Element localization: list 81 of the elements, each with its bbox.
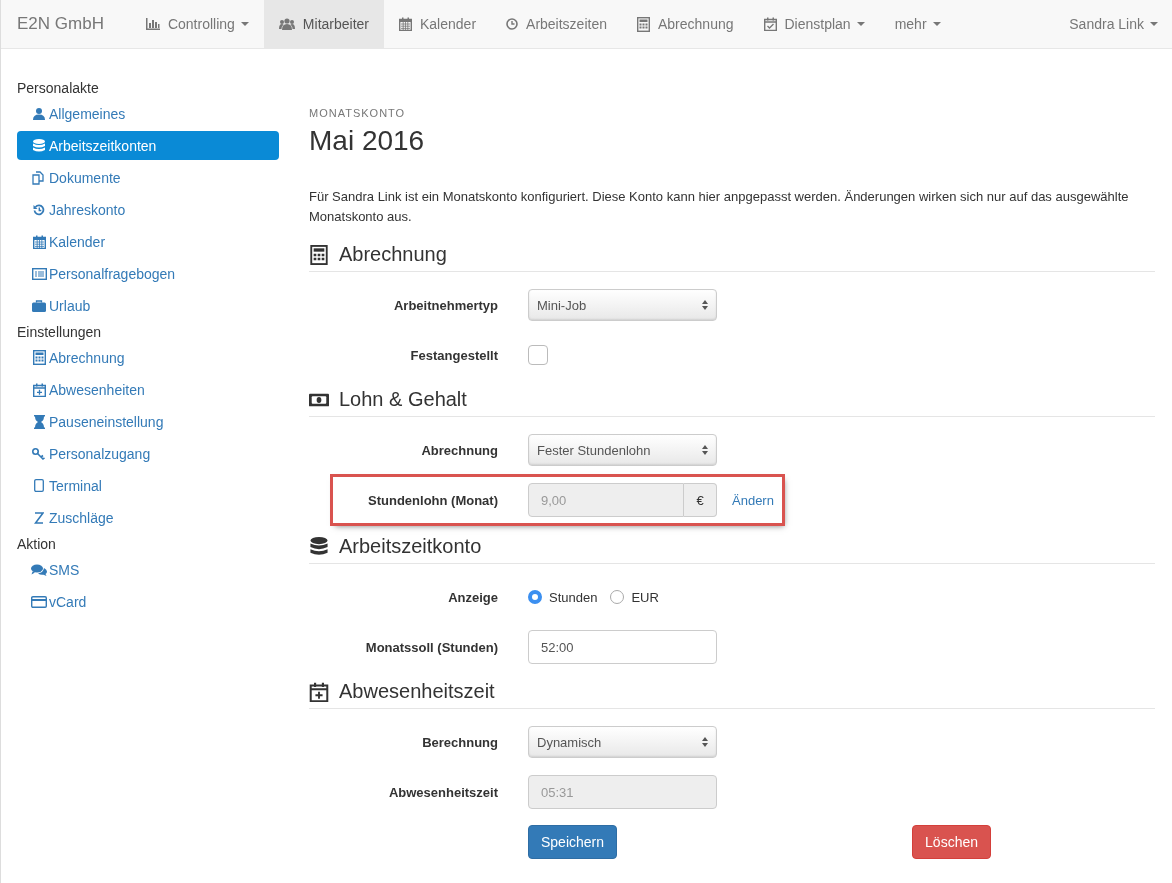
hourglass-icon: [33, 414, 45, 429]
intro-text: Für Sandra Link ist ein Monatskonto konfiguriert. Diese Konto kann hier anpgepasst werden. Änderungen wirken sich nur auf das ausgewählte Monatskonto aus.: [309, 188, 1130, 226]
radio-option[interactable]: Stunden: [528, 589, 598, 605]
suitcase-icon: [32, 299, 46, 312]
radio-button[interactable]: [528, 590, 542, 604]
section-title: Abrechnung: [339, 243, 447, 266]
section-title: Abwesenheitszeit: [339, 680, 495, 703]
chat-icon: [31, 563, 47, 576]
calculator-icon: [32, 350, 46, 365]
radio-button[interactable]: [610, 590, 625, 604]
sidebar-item[interactable]: Kalender: [17, 227, 279, 256]
section-title: Arbeitszeitkonto: [339, 535, 482, 558]
copy-icon: [32, 170, 46, 185]
nav-item[interactable]: Controlling: [130, 0, 264, 48]
field-label: Berechnung: [421, 734, 498, 750]
calculator-icon: [637, 16, 650, 32]
user-menu[interactable]: Sandra Link: [1054, 0, 1172, 48]
tablet-icon: [34, 479, 44, 492]
sidebar-item[interactable]: Pauseneinstellung: [17, 407, 279, 436]
sidebar-item[interactable]: Jahreskonto: [17, 195, 279, 224]
key-icon: [32, 447, 46, 460]
z-icon: [34, 511, 44, 524]
calendar-icon: [32, 234, 46, 249]
list-icon: [31, 267, 47, 280]
field-label: Festangestellt: [409, 347, 498, 363]
radio-option[interactable]: EUR: [610, 589, 659, 605]
credit-card-icon: [31, 595, 47, 608]
nav-item[interactable]: Kalender: [384, 0, 492, 48]
brand-name[interactable]: E2N GmbH: [1, 14, 119, 34]
field-label: Stundenlohn (Monat): [367, 492, 498, 508]
nav-item[interactable]: mehr: [879, 0, 956, 48]
input-field[interactable]: 52:00: [528, 630, 717, 664]
sort-arrows-icon: [702, 300, 708, 310]
clock-icon: [506, 18, 519, 30]
sort-arrows-icon: [702, 445, 708, 455]
calendar-icon: [399, 17, 412, 31]
bar-chart-icon: [145, 18, 160, 30]
nav-item[interactable]: Mitarbeiter: [263, 0, 384, 48]
sidebar-heading: Einstellungen: [17, 323, 103, 342]
nav-item[interactable]: Arbeitszeiten: [491, 0, 622, 48]
sidebar-heading: Aktion: [17, 535, 57, 554]
users-icon: [278, 18, 295, 30]
field-label: Abrechnung: [420, 442, 498, 458]
calendar-plus-icon: [309, 681, 329, 702]
sidebar-item[interactable]: Allgemeines: [17, 99, 279, 128]
checkbox[interactable]: [528, 345, 548, 365]
history-icon: [33, 203, 45, 216]
nav-item[interactable]: Abrechnung: [622, 0, 749, 48]
database-icon: [33, 138, 45, 153]
nav-item[interactable]: Dienstplan: [748, 0, 880, 48]
page-overline: MONATSKONTO: [309, 107, 406, 119]
sidebar-item[interactable]: Abrechnung: [17, 343, 279, 372]
sidebar-heading: Personalakte: [17, 79, 100, 98]
sidebar-item[interactable]: SMS: [17, 555, 279, 584]
sort-arrows-icon: [702, 737, 708, 747]
select-field[interactable]: Fester Stundenlohn: [528, 434, 717, 466]
select-field[interactable]: Dynamisch: [528, 726, 717, 758]
sidebar-item[interactable]: Personalfragebogen: [17, 259, 279, 288]
sidebar-item[interactable]: vCard: [17, 587, 279, 616]
field-label: Monatssoll (Stunden): [364, 639, 498, 655]
calculator-icon: [309, 244, 329, 265]
sidebar-item[interactable]: Terminal: [17, 471, 279, 500]
calendar-plus-icon: [32, 382, 46, 397]
delete-button[interactable]: Löschen: [912, 825, 991, 859]
select-field[interactable]: Mini-Job: [528, 289, 717, 321]
sidebar-item[interactable]: Zuschläge: [17, 503, 279, 532]
section-title: Lohn & Gehalt: [339, 388, 467, 411]
calendar-check-icon: [763, 17, 777, 31]
sidebar-item[interactable]: Dokumente: [17, 163, 279, 192]
save-button[interactable]: Speichern: [528, 825, 618, 859]
currency-addon: €: [684, 483, 717, 517]
user-icon: [33, 107, 45, 120]
sidebar-item[interactable]: Arbeitszeitkonten: [17, 131, 279, 160]
sidebar-item[interactable]: Urlaub: [17, 291, 279, 320]
field-label: Abwesenheitszeit: [387, 784, 498, 800]
sidebar-item[interactable]: Abwesenheiten: [17, 375, 279, 404]
database-icon: [309, 536, 329, 557]
field-label: Anzeige: [447, 589, 498, 605]
sidebar-item[interactable]: Personalzugang: [17, 439, 279, 468]
field-label: Arbeitnehmertyp: [392, 297, 498, 313]
page-title: Mai 2016: [309, 125, 425, 157]
